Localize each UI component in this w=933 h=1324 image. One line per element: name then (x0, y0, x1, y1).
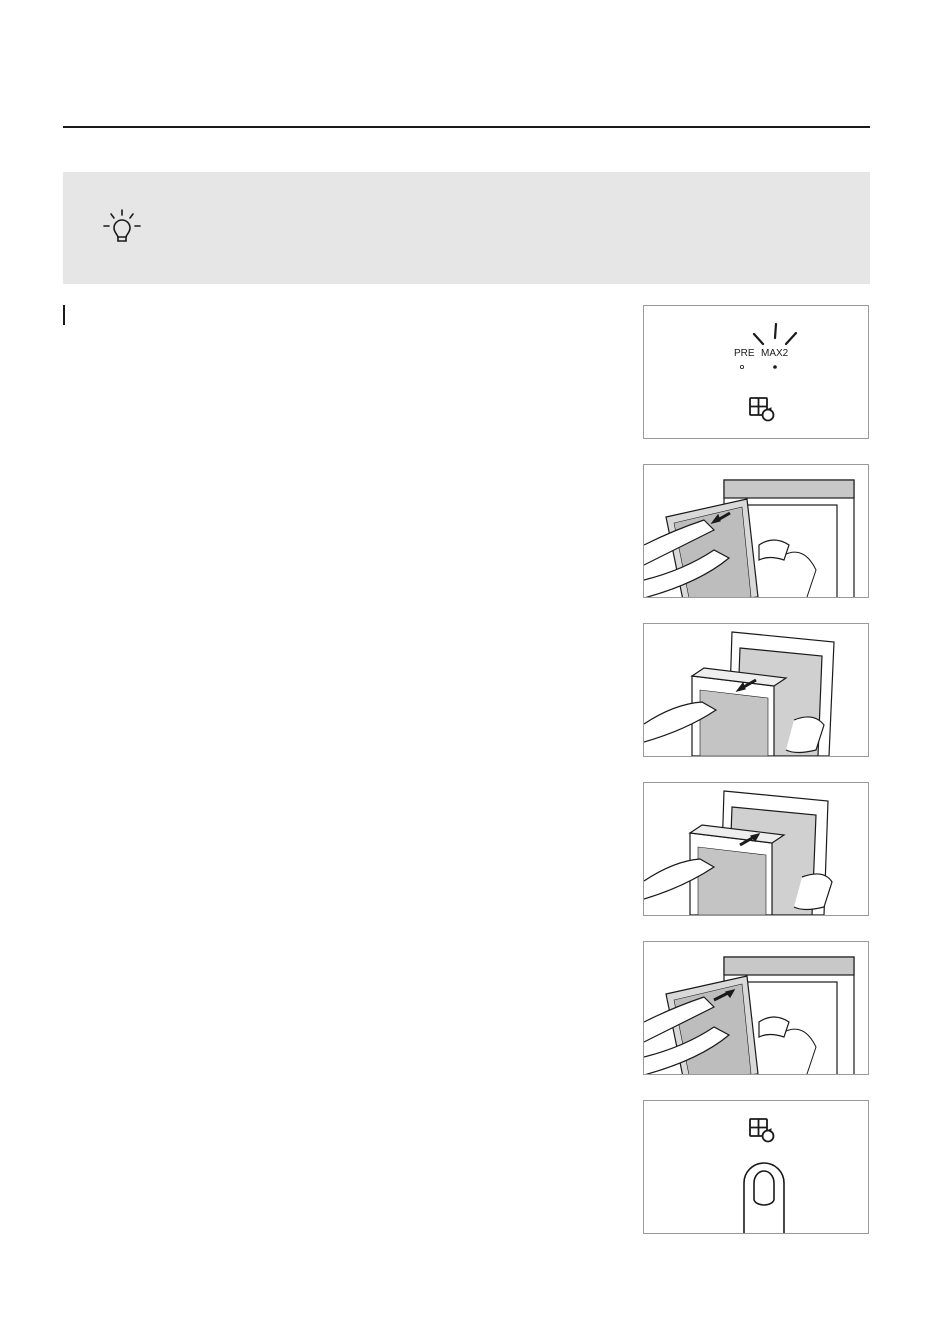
pre-indicator-dot (740, 365, 745, 370)
filter-reset-icon (749, 397, 775, 422)
section-marker (63, 305, 65, 325)
pre-label: PRE (734, 348, 755, 359)
press-filter-reset-illustration (643, 1100, 869, 1234)
tip-box (63, 172, 870, 284)
attach-front-cover-illustration (643, 941, 869, 1075)
blink-lines (752, 322, 798, 346)
insert-filter-illustration (643, 782, 869, 916)
header-rule (63, 126, 870, 128)
filter-indicator-panel: PRE MAX2 (643, 305, 869, 439)
remove-front-cover-illustration (643, 464, 869, 598)
max2-label: MAX2 (761, 348, 789, 359)
finger-icon (743, 1162, 785, 1233)
filter-reset-icon (749, 1118, 775, 1143)
remove-filter-illustration (643, 623, 869, 757)
lightbulb-icon (103, 209, 141, 242)
max2-indicator-dot (773, 365, 777, 369)
